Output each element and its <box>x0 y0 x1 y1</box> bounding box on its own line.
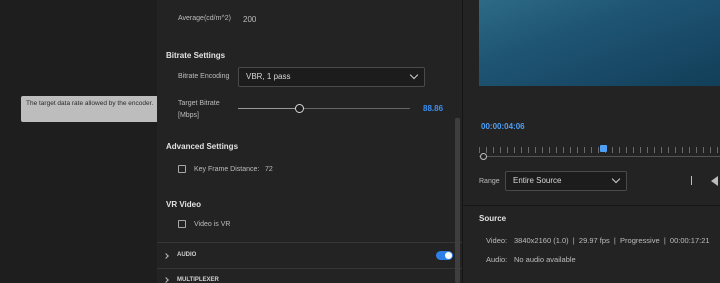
keyframe-distance-checkbox[interactable] <box>178 165 186 173</box>
step-back-icon[interactable] <box>711 176 718 186</box>
playhead[interactable] <box>599 145 607 152</box>
current-timecode[interactable]: 00:00:04:06 <box>481 122 525 131</box>
source-divider <box>463 205 720 206</box>
average-label: Average(cd/m^2) <box>178 15 231 22</box>
video-preview <box>479 0 720 86</box>
set-in-point-icon[interactable] <box>691 176 693 185</box>
video-info-label: Video: <box>486 236 508 245</box>
section-divider <box>157 268 462 269</box>
audio-section-header[interactable]: AUDIO <box>177 252 196 258</box>
bitrate-settings-title: Bitrate Settings <box>166 51 226 60</box>
multiplexer-section-header[interactable]: MULTIPLEXER <box>177 277 219 283</box>
tooltip-text: The target data rate allowed by the enco… <box>26 100 154 107</box>
video-is-vr-label: Video is VR <box>194 221 231 228</box>
range-label: Range <box>479 178 500 185</box>
chevron-down-icon <box>611 174 621 184</box>
settings-scrollbar[interactable] <box>455 118 460 283</box>
range-value: Entire Source <box>513 176 562 185</box>
left-pane <box>0 0 157 283</box>
target-bitrate-tooltip: The target data rate allowed by the enco… <box>21 96 160 122</box>
average-value: 200 <box>243 15 257 24</box>
vr-video-title: VR Video <box>166 200 201 209</box>
keyframe-distance-label: Key Frame Distance: <box>194 166 260 173</box>
range-select[interactable]: Entire Source <box>505 171 627 191</box>
video-is-vr-checkbox[interactable] <box>178 220 186 228</box>
video-info-value: 3840x2160 (1.0) | 29.97 fps | Progressiv… <box>514 236 710 245</box>
timeline[interactable] <box>479 140 720 164</box>
bitrate-encoding-select[interactable]: VBR, 1 pass <box>238 67 425 87</box>
timeline-track <box>479 156 720 157</box>
audio-info-value: No audio available <box>514 255 576 264</box>
section-divider <box>157 242 462 243</box>
toggle-knob <box>445 252 452 259</box>
bitrate-encoding-label: Bitrate Encoding <box>178 73 230 80</box>
chevron-down-icon <box>409 70 419 80</box>
export-settings-window: The target data rate allowed by the enco… <box>0 0 720 283</box>
in-point-handle[interactable] <box>480 153 487 160</box>
audio-info-label: Audio: <box>486 255 508 264</box>
source-title: Source <box>479 214 507 223</box>
target-bitrate-label: Target Bitrate <box>178 100 220 107</box>
target-bitrate-slider-fill <box>238 108 300 109</box>
audio-export-toggle[interactable] <box>436 251 453 260</box>
target-bitrate-value[interactable]: 88.86 <box>423 104 443 113</box>
target-bitrate-unit: [Mbps] <box>178 112 200 119</box>
advanced-settings-title: Advanced Settings <box>166 142 239 151</box>
keyframe-distance-value[interactable]: 72 <box>265 166 273 173</box>
bitrate-encoding-value: VBR, 1 pass <box>246 72 291 81</box>
